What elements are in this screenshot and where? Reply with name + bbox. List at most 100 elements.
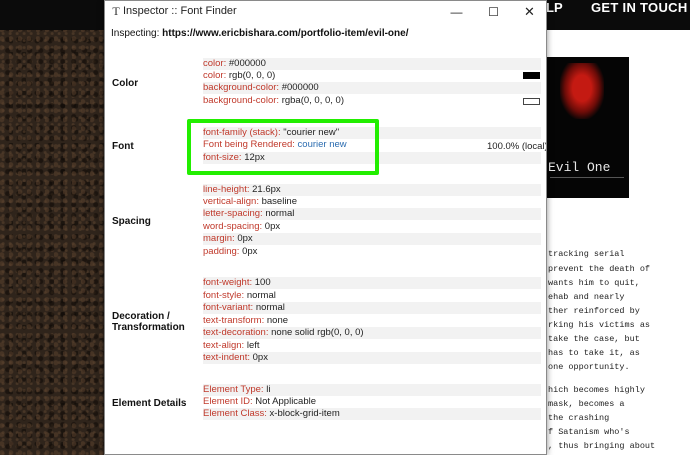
property-value: normal: [246, 290, 276, 301]
nav-help-link[interactable]: LP: [546, 0, 563, 16]
movie-poster-image: Evil One: [546, 57, 629, 198]
property-name: font-variant:: [203, 302, 256, 313]
property-name: Element Type:: [203, 384, 267, 395]
site-text-line: mask, becomes a: [548, 399, 625, 409]
property-name: padding:: [203, 246, 243, 257]
property-value: 21.6px: [252, 184, 281, 195]
property-value: 0px: [264, 221, 281, 232]
site-text-line: prevent the death of: [548, 264, 651, 274]
property-row: color: rgb(0, 0, 0): [203, 70, 541, 82]
property-name: color:: [203, 70, 229, 81]
property-value: x-block-grid-item: [269, 408, 340, 419]
site-text-line: wants him to quit,: [548, 278, 640, 288]
property-name: background-color:: [203, 82, 282, 93]
property-row: text-decoration: none solid rgb(0, 0, 0): [203, 327, 541, 339]
poster-divider: [550, 177, 624, 178]
property-row: margin: 0px: [203, 233, 541, 245]
property-name: font-style:: [203, 290, 247, 301]
window-title-bar[interactable]: T Inspector :: Font Finder — ☐ ✕: [105, 1, 546, 23]
property-value: none: [266, 315, 289, 326]
property-name: text-transform:: [203, 315, 267, 326]
property-row: text-indent: 0px: [203, 352, 541, 364]
site-text-line: hich becomes highly: [548, 385, 645, 395]
property-name: text-indent:: [203, 352, 253, 363]
property-value: normal: [255, 302, 285, 313]
property-row: background-color: #000000: [203, 82, 541, 94]
devil-face-image: [560, 63, 604, 119]
property-row: background-color: rgba(0, 0, 0, 0): [203, 95, 541, 107]
property-row: font-variant: normal: [203, 302, 541, 314]
poster-title: Evil One: [548, 160, 611, 175]
font-finder-icon: T: [112, 4, 120, 18]
font-highlight-box: [187, 119, 379, 175]
property-name: word-spacing:: [203, 221, 265, 232]
property-value: 100: [254, 277, 271, 288]
property-value: baseline: [261, 196, 297, 207]
font-rendered-percentage: 100.0% (local): [487, 141, 547, 152]
property-value: none solid rgb(0, 0, 0): [271, 327, 364, 338]
property-row: text-transform: none: [203, 315, 541, 327]
site-text-line: ther reinforced by: [548, 306, 640, 316]
property-row: font-weight: 100: [203, 277, 541, 289]
property-row: font-style: normal: [203, 290, 541, 302]
site-text-line: , thus bringing about: [548, 441, 656, 451]
property-value: Not Applicable: [255, 396, 317, 407]
property-name: line-height:: [203, 184, 253, 195]
property-row: Element ID: Not Applicable: [203, 396, 541, 408]
property-row: Element Type: li: [203, 384, 541, 396]
inspecting-label: Inspecting:: [111, 28, 160, 39]
property-row: padding: 0px: [203, 246, 541, 258]
property-name: Element Class:: [203, 408, 270, 419]
site-text-line: tracking serial: [548, 249, 625, 259]
close-button[interactable]: ✕: [511, 1, 546, 23]
property-value: 0px: [242, 246, 258, 257]
property-name: vertical-align:: [203, 196, 262, 207]
site-text-line: f Satanism who's: [548, 427, 630, 437]
property-name: margin:: [203, 233, 238, 244]
property-value: left: [246, 340, 260, 351]
property-value: li: [266, 384, 271, 395]
property-row: line-height: 21.6px: [203, 184, 541, 196]
property-value: rgb(0, 0, 0): [228, 70, 276, 81]
property-value: 0px: [252, 352, 268, 363]
property-value: rgba(0, 0, 0, 0): [281, 95, 344, 106]
property-name: font-weight:: [203, 277, 255, 288]
property-row: color: #000000: [203, 58, 541, 70]
section-label-spacing: Spacing: [112, 216, 151, 227]
property-name: color:: [203, 58, 229, 69]
site-text-line: one opportunity.: [548, 362, 630, 372]
site-text-line: take the case, but: [548, 334, 640, 344]
section-label-line: Transformation: [112, 322, 185, 333]
inspecting-line: Inspecting: https://www.ericbishara.com/…: [111, 28, 408, 39]
site-text-line: the crashing: [548, 413, 610, 423]
property-name: Element ID:: [203, 396, 256, 407]
property-value: normal: [265, 208, 295, 219]
inspecting-url: https://www.ericbishara.com/portfolio-it…: [162, 28, 409, 39]
property-name: text-decoration:: [203, 327, 272, 338]
property-row: letter-spacing: normal: [203, 208, 541, 220]
nav-get-in-touch-link[interactable]: GET IN TOUCH: [591, 0, 688, 16]
site-text-line: has to take it, as: [548, 348, 640, 358]
property-row: vertical-align: baseline: [203, 196, 541, 208]
property-name: background-color:: [203, 95, 282, 106]
window-title: Inspector :: Font Finder: [123, 5, 237, 17]
property-value: #000000: [281, 82, 319, 93]
section-label-color: Color: [112, 78, 139, 89]
property-row: word-spacing: 0px: [203, 221, 541, 233]
property-name: text-align:: [203, 340, 247, 351]
section-label-line: Decoration /: [112, 311, 170, 322]
property-row: Element Class: x-block-grid-item: [203, 408, 541, 420]
color-swatch-black: [523, 72, 540, 79]
site-text-line: ehab and nearly: [548, 292, 625, 302]
maximize-button[interactable]: ☐: [475, 1, 512, 23]
site-text-line: rking his victims as: [548, 320, 651, 330]
section-label-decoration: Decoration / Transformation: [112, 311, 185, 333]
property-name: letter-spacing:: [203, 208, 266, 219]
section-label-element-details: Element Details: [112, 398, 187, 409]
property-row: text-align: left: [203, 340, 541, 352]
property-value: 0px: [237, 233, 253, 244]
inspector-window: T Inspector :: Font Finder — ☐ ✕ Inspect…: [104, 0, 547, 455]
property-value: #000000: [228, 58, 266, 69]
minimize-button[interactable]: —: [438, 1, 475, 23]
color-swatch-transparent: [523, 98, 540, 105]
